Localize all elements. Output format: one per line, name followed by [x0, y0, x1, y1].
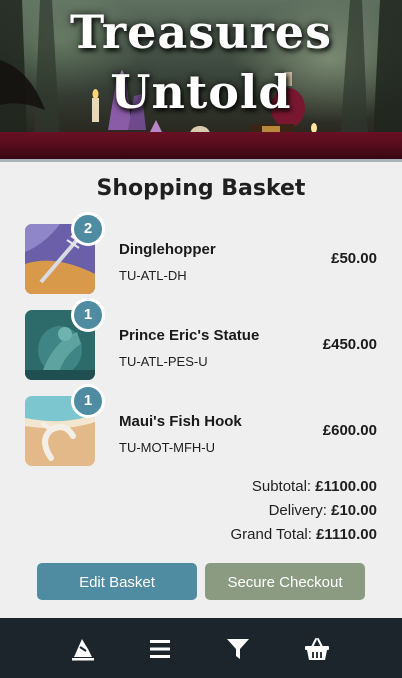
delivery-label: Delivery: [268, 502, 332, 519]
product-sku: TU-ATL-DH [119, 268, 187, 283]
quantity-badge: 1 [71, 298, 105, 332]
subtotal-label: Subtotal: [251, 478, 316, 495]
hero-divider [0, 159, 402, 162]
table-surface [0, 132, 402, 162]
wizard-hat-icon[interactable] [70, 636, 96, 662]
hero-banner: Treasures Untold [0, 0, 402, 162]
delivery-value: £10.00 [331, 502, 377, 519]
product-sku: TU-ATL-PES-U [119, 354, 208, 369]
delivery-row: Delivery: £10.00 [77, 502, 377, 519]
bottom-nav [0, 618, 402, 678]
menu-icon[interactable] [147, 636, 173, 662]
subtotal-row: Subtotal: £1100.00 [77, 478, 377, 495]
quantity-badge: 2 [71, 212, 105, 246]
grand-total-row: Grand Total: £1110.00 [77, 526, 377, 543]
edit-basket-button[interactable]: Edit Basket [37, 563, 197, 600]
basket-icon[interactable] [304, 636, 330, 662]
product-name[interactable]: Prince Eric's Statue [119, 327, 259, 344]
basket-item: 1 Prince Eric's Statue TU-ATL-PES-U £450… [25, 298, 377, 380]
page-title: Shopping Basket [96, 176, 306, 201]
product-price: £50.00 [331, 250, 377, 267]
filter-icon[interactable] [225, 636, 251, 662]
product-name[interactable]: Maui's Fish Hook [119, 413, 242, 430]
product-price: £450.00 [322, 336, 377, 353]
grand-total-label: Grand Total: [230, 526, 317, 543]
subtotal-value: £1100.00 [315, 478, 377, 495]
secure-checkout-button[interactable]: Secure Checkout [205, 563, 365, 600]
basket-item: 2 Dinglehopper TU-ATL-DH £50.00 [25, 212, 377, 294]
brand-title-line1: Treasures [70, 5, 332, 59]
product-price: £600.00 [322, 422, 377, 439]
product-sku: TU-MOT-MFH-U [119, 440, 216, 455]
quantity-badge: 1 [71, 384, 105, 418]
basket-item: 1 Maui's Fish Hook TU-MOT-MFH-U £600.00 [25, 384, 377, 466]
grand-total-value: £1110.00 [316, 526, 377, 543]
brand-title-line2: Untold [110, 65, 292, 119]
product-name[interactable]: Dinglehopper [119, 241, 216, 258]
